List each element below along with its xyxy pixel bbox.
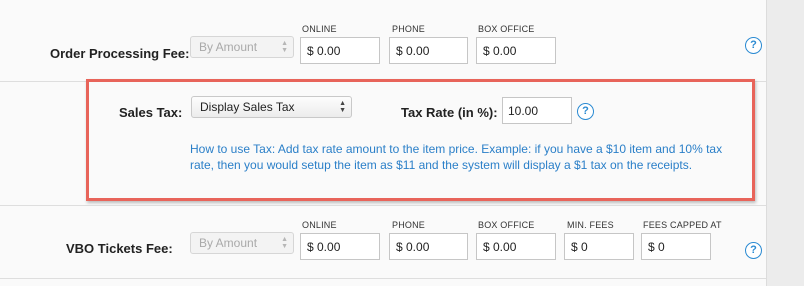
vbo-tickets-fee-type-select[interactable]: By Amount ▲ ▼ [190,232,294,254]
opf-online-input[interactable]: $ 0.00 [300,37,380,64]
select-arrows-icon: ▲ ▼ [281,40,288,54]
vbo-fees-capped-input[interactable]: $ 0 [641,233,711,260]
sales-tax-select-value: Display Sales Tax [200,100,295,114]
vbo-online-input[interactable]: $ 0.00 [300,233,380,260]
opf-online-label: ONLINE [302,24,337,34]
vbo-phone-label: PHONE [392,220,426,230]
opf-phone-input[interactable]: $ 0.00 [389,37,468,64]
vbo-phone-input[interactable]: $ 0.00 [389,233,468,260]
sales-tax-help-icon[interactable]: ? [577,103,594,120]
vbo-min-fees-input[interactable]: $ 0 [564,233,634,260]
vbo-tickets-fee-label: VBO Tickets Fee: [66,241,173,256]
vbo-online-label: ONLINE [302,220,337,230]
tax-rate-input[interactable]: 10.00 [502,97,572,124]
sales-tax-label: Sales Tax: [119,105,183,120]
row-divider [0,205,766,206]
order-processing-fee-type-select[interactable]: By Amount ▲ ▼ [190,36,294,58]
sales-tax-howto: How to use Tax: Add tax rate amount to t… [190,141,746,173]
vbo-min-fees-label: MIN. FEES [567,220,614,230]
vbo-box-office-label: BOX OFFICE [478,220,535,230]
select-arrows-icon: ▲ ▼ [339,100,346,114]
vbo-tickets-fee-type-value: By Amount [199,236,258,250]
sales-tax-select[interactable]: Display Sales Tax ▲ ▼ [191,96,352,118]
opf-phone-label: PHONE [392,24,426,34]
opf-box-office-input[interactable]: $ 0.00 [476,37,556,64]
select-arrows-icon: ▲ ▼ [281,236,288,250]
row-divider [0,278,766,279]
order-processing-fee-type-value: By Amount [199,40,258,54]
scroll-gutter [766,0,804,286]
tax-rate-label: Tax Rate (in %): [401,105,498,120]
vbo-fees-capped-label: FEES CAPPED AT [643,220,722,230]
vbo-help-icon[interactable]: ? [745,242,762,259]
sales-tax-highlight [86,79,755,201]
opf-box-office-label: BOX OFFICE [478,24,535,34]
order-processing-fee-label: Order Processing Fee: [50,46,190,61]
vbo-box-office-input[interactable]: $ 0.00 [476,233,556,260]
howto-title: How to use Tax [190,142,272,156]
opf-help-icon[interactable]: ? [745,37,762,54]
